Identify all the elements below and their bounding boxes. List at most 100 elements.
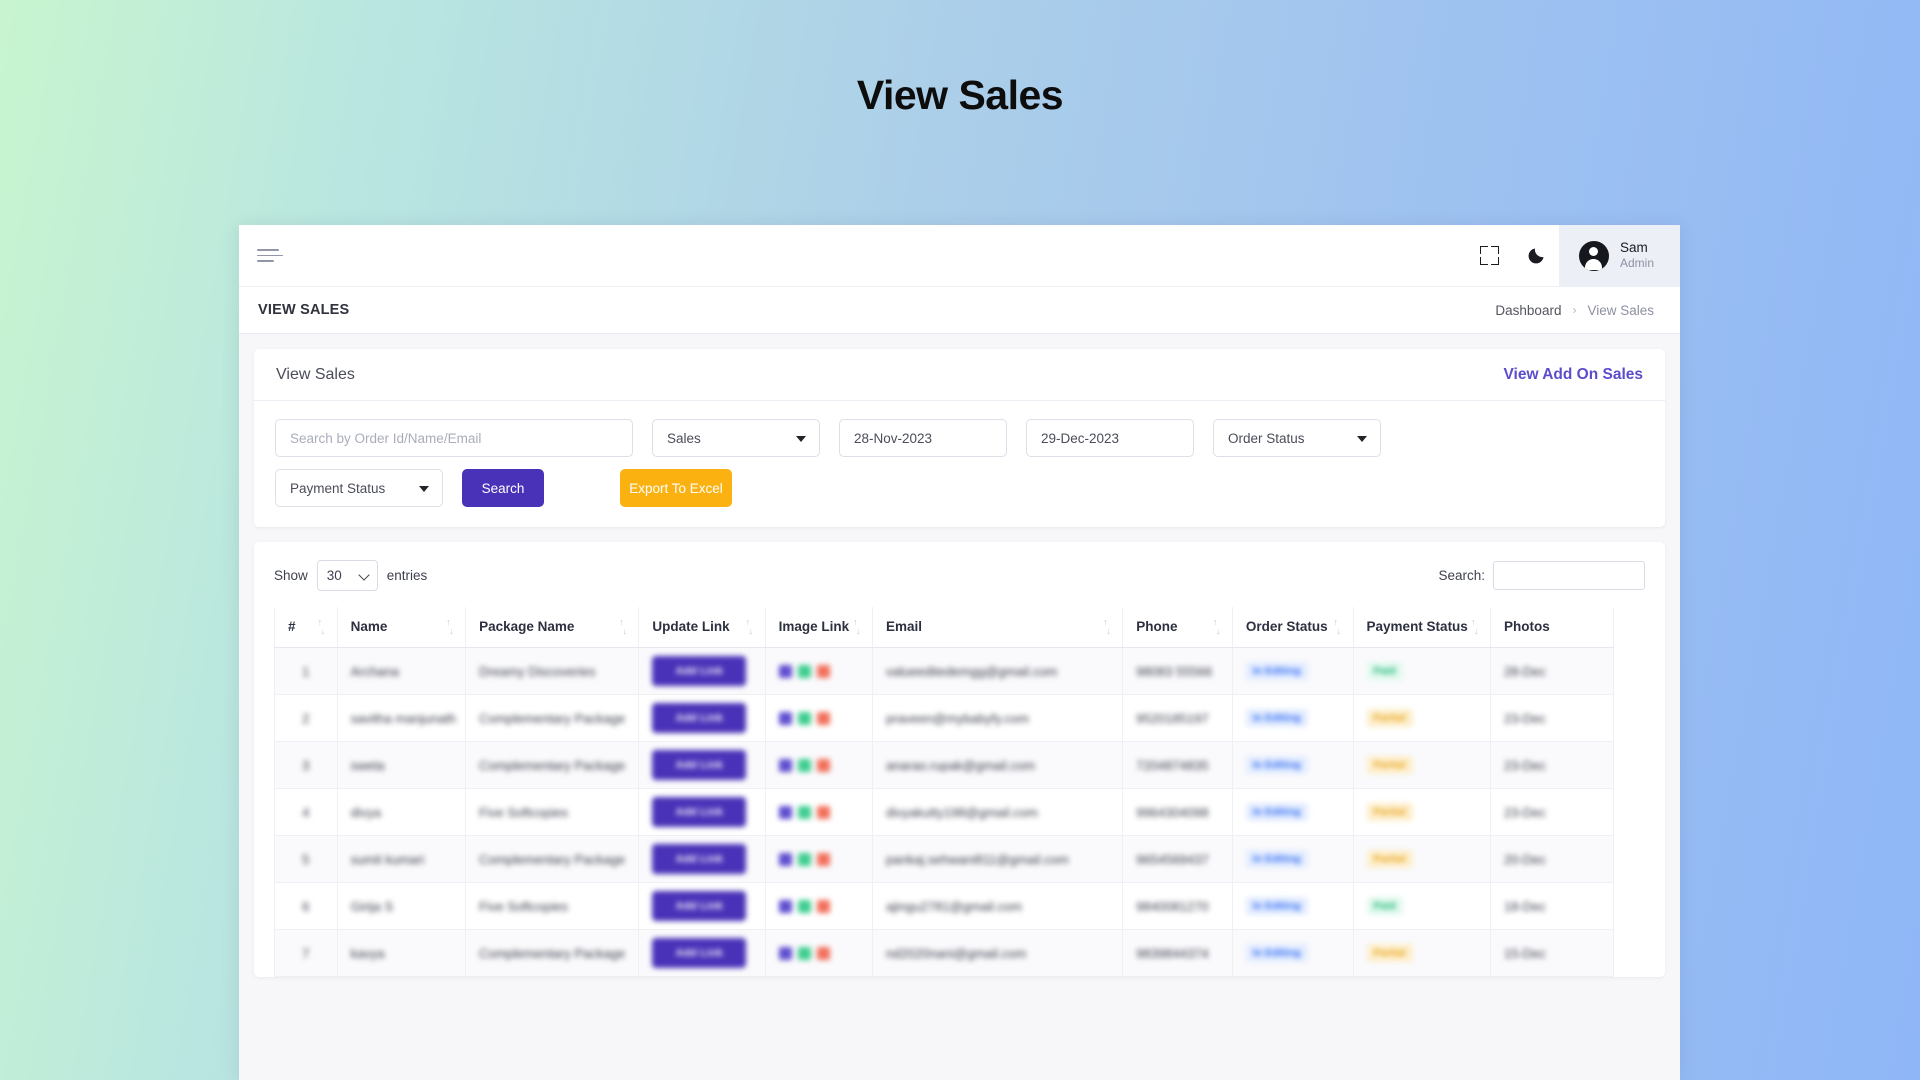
date-to-input[interactable]: 29-Dec-2023 [1026, 419, 1194, 457]
cell-update-link[interactable]: Add Link [639, 789, 765, 836]
image-link-actions[interactable] [779, 806, 859, 819]
payment-status-select[interactable]: Payment Status [275, 469, 443, 507]
entries-value: 30 [327, 568, 342, 583]
payment-status-badge: Partial [1367, 850, 1413, 868]
table-header-image-link[interactable]: Image Link↑↓ [765, 607, 872, 648]
sort-arrows-icon[interactable]: ↑↓ [746, 618, 756, 636]
add-link-button[interactable]: Add Link [652, 750, 746, 780]
view-image-icon[interactable] [779, 947, 792, 960]
image-link-actions[interactable] [779, 759, 859, 772]
cell-update-link[interactable]: Add Link [639, 836, 765, 883]
download-image-icon[interactable] [798, 712, 811, 725]
cell-package-name: Complementary Package [466, 930, 639, 977]
download-image-icon[interactable] [798, 806, 811, 819]
cell-update-link[interactable]: Add Link [639, 695, 765, 742]
table-header-payment-status[interactable]: Payment Status↑↓ [1353, 607, 1490, 648]
fullscreen-button[interactable] [1467, 225, 1513, 287]
table-header-name[interactable]: Name↑↓ [337, 607, 466, 648]
cell-email: divyakutty198@gmail.com [872, 789, 1122, 836]
table-header-update-link[interactable]: Update Link↑↓ [639, 607, 765, 648]
delete-image-icon[interactable] [817, 712, 830, 725]
table-header-email[interactable]: Email↑↓ [872, 607, 1122, 648]
view-image-icon[interactable] [779, 665, 792, 678]
add-link-button[interactable]: Add Link [652, 703, 746, 733]
sort-arrows-icon[interactable]: ↑↓ [446, 618, 456, 636]
table-row[interactable]: 6Girija SFive SoftcopiesAdd Linkajingu27… [275, 883, 1614, 930]
sort-arrows-icon[interactable]: ↑↓ [318, 618, 328, 636]
image-link-actions[interactable] [779, 900, 859, 913]
cell-email: praveen@mybabyfy.com [872, 695, 1122, 742]
table-row[interactable]: 2savitha manjunathComplementary PackageA… [275, 695, 1614, 742]
table-header-[interactable]: #↑↓ [275, 607, 338, 648]
table-row[interactable]: 5sumit kumariComplementary PackageAdd Li… [275, 836, 1614, 883]
sales-type-select[interactable]: Sales [652, 419, 820, 457]
download-image-icon[interactable] [798, 900, 811, 913]
search-input[interactable]: Search by Order Id/Name/Email [275, 419, 633, 457]
cell-update-link[interactable]: Add Link [639, 883, 765, 930]
view-image-icon[interactable] [779, 900, 792, 913]
delete-image-icon[interactable] [817, 665, 830, 678]
cell-update-link[interactable]: Add Link [639, 930, 765, 977]
delete-image-icon[interactable] [817, 806, 830, 819]
delete-image-icon[interactable] [817, 947, 830, 960]
delete-image-icon[interactable] [817, 853, 830, 866]
fullscreen-icon [1480, 246, 1499, 265]
table-header-order-status[interactable]: Order Status↑↓ [1232, 607, 1353, 648]
table-header-photos[interactable]: Photos [1491, 607, 1614, 648]
view-addon-sales-link[interactable]: View Add On Sales [1503, 366, 1643, 384]
view-image-icon[interactable] [779, 712, 792, 725]
topbar-actions: Sam Admin [1467, 225, 1680, 286]
cell-update-link[interactable]: Add Link [639, 742, 765, 789]
add-link-button[interactable]: Add Link [652, 656, 746, 686]
cell-payment-status: Partial [1353, 930, 1490, 977]
sort-arrows-icon[interactable]: ↑↓ [1213, 618, 1223, 636]
image-link-actions[interactable] [779, 712, 859, 725]
hamburger-icon[interactable] [257, 246, 283, 266]
image-link-actions[interactable] [779, 853, 859, 866]
add-link-button[interactable]: Add Link [652, 797, 746, 827]
table-header-label: Package Name [479, 619, 574, 634]
order-status-select[interactable]: Order Status [1213, 419, 1381, 457]
view-image-icon[interactable] [779, 806, 792, 819]
table-header-package-name[interactable]: Package Name ↑↓ [466, 607, 639, 648]
table-row[interactable]: 4divyaFive SoftcopiesAdd Linkdivyakutty1… [275, 789, 1614, 836]
table-header-phone[interactable]: Phone↑↓ [1123, 607, 1233, 648]
delete-image-icon[interactable] [817, 900, 830, 913]
entries-label: entries [387, 568, 428, 583]
user-menu[interactable]: Sam Admin [1559, 225, 1680, 287]
add-link-button[interactable]: Add Link [652, 844, 746, 874]
breadcrumb-dashboard[interactable]: Dashboard [1495, 303, 1561, 318]
add-link-button[interactable]: Add Link [652, 891, 746, 921]
entries-select[interactable]: 30 [317, 560, 378, 591]
table-search-input[interactable] [1493, 561, 1645, 590]
download-image-icon[interactable] [798, 947, 811, 960]
sort-arrows-icon[interactable]: ↑↓ [1334, 618, 1344, 636]
image-link-actions[interactable] [779, 947, 859, 960]
sort-arrows-icon[interactable]: ↑↓ [1471, 618, 1481, 636]
view-image-icon[interactable] [779, 759, 792, 772]
cell-photos: 15-Dec [1491, 930, 1614, 977]
page-heading: VIEW SALES [258, 302, 349, 318]
date-from-input[interactable]: 28-Nov-2023 [839, 419, 1007, 457]
filter-controls: Search by Order Id/Name/Email Sales 28-N… [254, 401, 1665, 527]
dark-mode-button[interactable] [1513, 225, 1559, 287]
add-link-button[interactable]: Add Link [652, 938, 746, 968]
sort-arrows-icon[interactable]: ↑↓ [853, 618, 863, 636]
download-image-icon[interactable] [798, 853, 811, 866]
payment-status-badge: Partial [1367, 756, 1413, 774]
delete-image-icon[interactable] [817, 759, 830, 772]
table-row[interactable]: 1ArchanaDreamy DiscoveriesAdd Linkvaluee… [275, 648, 1614, 695]
search-button[interactable]: Search [462, 469, 544, 507]
download-image-icon[interactable] [798, 759, 811, 772]
cell-package-name: Complementary Package [466, 695, 639, 742]
table-row[interactable]: 3swetaComplementary PackageAdd Linkanara… [275, 742, 1614, 789]
download-image-icon[interactable] [798, 665, 811, 678]
cell-update-link[interactable]: Add Link [639, 648, 765, 695]
view-image-icon[interactable] [779, 853, 792, 866]
cell-index: 7 [275, 930, 338, 977]
image-link-actions[interactable] [779, 665, 859, 678]
export-to-excel-button[interactable]: Export To Excel [620, 469, 732, 507]
sort-arrows-icon[interactable]: ↑↓ [1103, 618, 1113, 636]
table-row[interactable]: 7kavyaComplementary PackageAdd Linknd202… [275, 930, 1614, 977]
sort-arrows-icon[interactable]: ↑↓ [619, 618, 629, 636]
